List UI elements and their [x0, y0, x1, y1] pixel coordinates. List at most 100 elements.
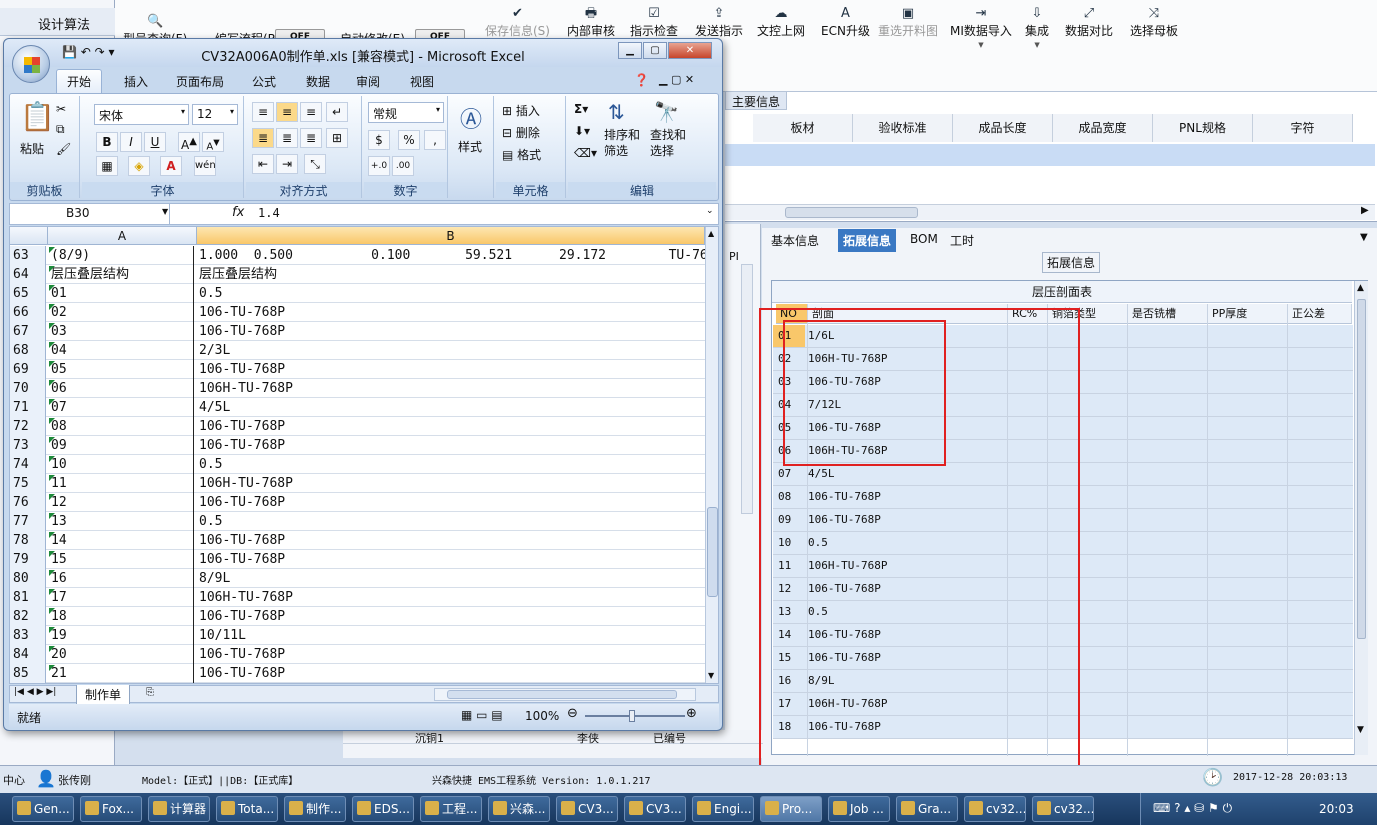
ribbon-window-controls[interactable]: ▁ ▢ ✕ [659, 73, 694, 86]
format-button[interactable]: ▤ 格式 [502, 146, 541, 163]
grow-font-button[interactable]: A▲ [178, 132, 200, 152]
grid-header[interactable]: 字符 [1253, 114, 1353, 142]
name-box-dropdown-icon[interactable]: ▼ [162, 207, 168, 216]
fill-icon[interactable]: ⬇▾ [574, 124, 590, 138]
taskbar-button[interactable]: Engi... [692, 796, 754, 822]
align-left-icon[interactable]: ≣ [252, 128, 274, 148]
column-header-b[interactable]: B [197, 227, 705, 245]
toolbar-item[interactable]: ⇩ 集成 ▼ [1025, 6, 1049, 49]
borders-icon[interactable]: ▦ [96, 156, 118, 176]
toolbar-item[interactable]: 🖶 内部审核 [567, 6, 615, 39]
sheet-nav-arrows[interactable]: |◀ ◀ ▶ ▶| [14, 687, 56, 697]
ribbon-tab[interactable]: 数据 [306, 73, 330, 90]
sheet-row[interactable]: 78 14 106-TU-768P [10, 531, 705, 550]
increase-decimal-icon[interactable]: +.0 [368, 156, 390, 176]
sheet-row[interactable]: 81 17 106H-TU-768P [10, 588, 705, 607]
detail-tab[interactable]: BOM [910, 229, 938, 249]
tray-icons[interactable]: ⌨ ? ▴ ⛁ ⚑ ⏻ [1153, 801, 1232, 816]
taskbar-button[interactable]: Gra... [896, 796, 958, 822]
profile-grid-header[interactable]: 是否铣槽 [1128, 304, 1208, 324]
insert-sheet-icon[interactable]: ⎘ [146, 687, 154, 698]
taskbar-button[interactable]: Pro... [760, 796, 822, 822]
percent-button[interactable]: % [398, 130, 420, 150]
copy-icon[interactable]: ⧉ [56, 122, 65, 137]
zoom-slider[interactable] [585, 710, 685, 722]
middle-vscrollbar[interactable] [741, 264, 753, 514]
main-grid-hscrollbar[interactable]: ▶ [725, 204, 1375, 220]
help-icon[interactable]: ❓ [634, 73, 649, 87]
taskbar-button[interactable]: CV3... [556, 796, 618, 822]
taskbar-button[interactable]: 计算器 [148, 796, 210, 822]
shrink-font-button[interactable]: A▼ [202, 132, 224, 152]
toolbar-item[interactable]: ⇪ 发送指示 [695, 6, 743, 39]
profile-grid-header[interactable]: PP厚度 [1208, 304, 1288, 324]
insert-button[interactable]: ⊞ 插入 [502, 102, 540, 119]
taskbar-button[interactable]: Tota... [216, 796, 278, 822]
sheet-row[interactable]: 68 04 2/3L [10, 341, 705, 360]
autosum-icon[interactable]: Σ▾ [574, 102, 588, 116]
maximize-button[interactable]: ▢ [643, 42, 667, 59]
grid-header[interactable]: 成品长度 [953, 114, 1053, 142]
worksheet-hscrollbar[interactable] [434, 688, 696, 701]
zoom-level[interactable]: 100% [525, 709, 559, 723]
styles-icon[interactable]: Ⓐ [460, 102, 482, 134]
decrease-indent-icon[interactable]: ⇤ [252, 154, 274, 174]
toolbar-item[interactable]: ⤢ 数据对比 [1065, 6, 1113, 39]
paste-button[interactable]: 粘贴 [20, 140, 44, 157]
minimize-button[interactable]: ▁ [618, 42, 642, 59]
font-name-select[interactable]: 宋体 ▾ [94, 104, 189, 125]
cut-icon[interactable]: ✂ [56, 102, 66, 116]
sheet-row[interactable]: 82 18 106-TU-768P [10, 607, 705, 626]
select-all-corner[interactable] [10, 227, 48, 245]
panel-dropdown-icon[interactable]: ▼ [1360, 232, 1368, 243]
name-box[interactable]: B30 [10, 204, 170, 224]
excel-title-bar[interactable]: CV32A006A0制作单.xls [兼容模式] - Microsoft Exc… [4, 39, 722, 67]
find-select-button[interactable]: 查找和 [650, 126, 686, 143]
sheet-row[interactable]: 77 13 0.5 [10, 512, 705, 531]
sheet-row[interactable]: 69 05 106-TU-768P [10, 360, 705, 379]
align-bottom-icon[interactable]: ≡ [300, 102, 322, 122]
taskbar-button[interactable]: cv32... [964, 796, 1026, 822]
taskbar-button[interactable]: 工程... [420, 796, 482, 822]
ribbon-tab[interactable]: 审阅 [356, 73, 380, 90]
zoom-out-icon[interactable]: ⊖ [567, 706, 578, 721]
ribbon-tab[interactable]: 公式 [252, 73, 276, 90]
profile-grid-header[interactable]: 正公差 [1288, 304, 1352, 324]
taskbar-button[interactable]: 兴森... [488, 796, 550, 822]
decrease-decimal-icon[interactable]: .00 [392, 156, 414, 176]
taskbar-button[interactable]: Fox... [80, 796, 142, 822]
sheet-tab-active[interactable]: 制作单 [76, 685, 131, 705]
detail-tab[interactable]: 基本信息 [771, 229, 819, 252]
sheet-row[interactable]: 76 12 106-TU-768P [10, 493, 705, 512]
wrap-text-icon[interactable]: ↵ [326, 102, 348, 122]
ribbon-tab[interactable]: 插入 [124, 73, 148, 90]
font-size-select[interactable]: 12 ▾ [192, 104, 238, 125]
toolbar-item[interactable]: ⇥ MI数据导入 ▼ [950, 6, 1012, 49]
delete-button[interactable]: ⊟ 删除 [502, 124, 540, 141]
sheet-row[interactable]: 67 03 106-TU-768P [10, 322, 705, 341]
grid-header[interactable]: 板材 [753, 114, 853, 142]
align-middle-icon[interactable]: ≡ [276, 102, 298, 122]
format-painter-icon[interactable]: 🖌 [56, 142, 71, 156]
bold-button[interactable]: B [96, 132, 118, 152]
sheet-row[interactable]: 71 07 4/5L [10, 398, 705, 417]
toolbar-item[interactable]: A ECN升级 [821, 6, 870, 39]
grid-header[interactable]: 成品宽度 [1053, 114, 1153, 142]
sheet-row[interactable]: 64 层压叠层结构 层压叠层结构 [10, 265, 705, 284]
worksheet-vscrollbar[interactable]: ▲ ▼ [705, 227, 718, 683]
sheet-row[interactable]: 75 11 106H-TU-768P [10, 474, 705, 493]
sort-filter-button[interactable]: 排序和 [604, 126, 640, 143]
phonetic-icon[interactable]: wén [194, 156, 216, 176]
sheet-row[interactable]: 72 08 106-TU-768P [10, 417, 705, 436]
sheet-row[interactable]: 70 06 106H-TU-768P [10, 379, 705, 398]
close-button[interactable]: ✕ [668, 42, 712, 59]
sheet-row[interactable]: 84 20 106-TU-768P [10, 645, 705, 664]
grid-header[interactable]: 验收标准 [853, 114, 953, 142]
toolbar-item[interactable]: ✔ 保存信息(S) [485, 6, 550, 39]
italic-button[interactable]: I [120, 132, 142, 152]
taskbar-button[interactable]: cv32... [1032, 796, 1094, 822]
ribbon-tab[interactable]: 页面布局 [176, 73, 224, 90]
taskbar-button[interactable]: EDS... [352, 796, 414, 822]
formula-input[interactable]: 1.4 [258, 206, 280, 220]
taskbar-button[interactable]: CV3... [624, 796, 686, 822]
